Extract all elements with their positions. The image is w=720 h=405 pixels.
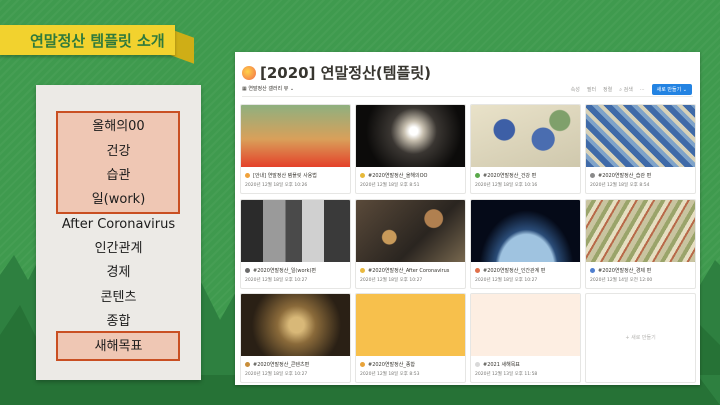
more-button[interactable]: ··· bbox=[640, 87, 645, 93]
page-emoji-icon bbox=[245, 362, 250, 367]
gallery-card[interactable]: #2020연말정산_경제 편 2020년 12월 14일 오전 12:00 bbox=[585, 199, 696, 289]
card-cover-image bbox=[471, 105, 580, 167]
card-date: 2020년 12월 18일 오후 8:51 bbox=[360, 183, 420, 188]
card-date: 2020년 12월 18일 오후 8:54 bbox=[590, 183, 650, 188]
gallery-card[interactable]: #2020연말정산_인간관계 편 2020년 12월 18일 오후 10:27 bbox=[470, 199, 581, 289]
page-emoji-icon bbox=[590, 173, 595, 178]
menu-item-summary[interactable]: 종합 bbox=[36, 311, 201, 333]
menu-item-this-year[interactable]: 올해의00 bbox=[36, 116, 201, 138]
gallery-card[interactable]: #2020연말정산_올해의OO 2020년 12월 18일 오후 8:51 bbox=[355, 104, 466, 194]
card-title: #2020연말정산_인간관계 편 bbox=[475, 267, 545, 274]
page-emoji-icon bbox=[245, 268, 250, 273]
page-emoji-icon bbox=[360, 268, 365, 273]
card-date: 2020년 12월 18일 오후 10:27 bbox=[360, 278, 423, 283]
card-date: 2020년 12월 18일 오후 10:26 bbox=[245, 183, 308, 188]
card-cover-image bbox=[356, 105, 465, 167]
gallery-card[interactable]: #2021 새해목표 2020년 12월 13일 오후 11:58 bbox=[470, 293, 581, 383]
menu-item-relationships[interactable]: 인간관계 bbox=[36, 238, 201, 260]
card-cover-image bbox=[586, 105, 695, 167]
card-cover-image bbox=[241, 200, 350, 262]
card-title: [안내] 연말정산 템플릿 사용법 bbox=[245, 172, 317, 179]
card-title: #2020연말정산_습관 편 bbox=[590, 172, 651, 179]
card-date: 2020년 12월 18일 오후 10:27 bbox=[475, 278, 538, 283]
card-cover-image bbox=[471, 200, 580, 262]
gallery-card[interactable]: [안내] 연말정산 템플릿 사용법 2020년 12월 18일 오후 10:26 bbox=[240, 104, 351, 194]
card-cover-image bbox=[471, 294, 580, 356]
card-title: #2020연말정산_경제 편 bbox=[590, 267, 651, 274]
search-button[interactable]: ⌕ 검색 bbox=[619, 86, 633, 93]
page-title: [2020] 연말정산(템플릿) bbox=[242, 62, 431, 83]
card-cover-image bbox=[356, 200, 465, 262]
sort-button[interactable]: 정렬 bbox=[603, 86, 612, 93]
template-menu: 올해의00 건강 습관 일(work) After Coronavirus 인간… bbox=[36, 85, 201, 380]
page-emoji-icon bbox=[245, 173, 250, 178]
heart-emoji-icon bbox=[242, 66, 256, 80]
card-cover-image bbox=[356, 294, 465, 356]
menu-item-health[interactable]: 건강 bbox=[36, 141, 201, 163]
page-emoji-icon bbox=[475, 268, 480, 273]
database-toolbar: 속성 필터 정렬 ⌕ 검색 ··· 새로 만들기 ⌄ bbox=[571, 84, 692, 95]
gallery-card[interactable]: #2020연말정산_After Coronavirus 2020년 12월 18… bbox=[355, 199, 466, 289]
search-label: 검색 bbox=[623, 87, 633, 93]
page-emoji-icon bbox=[590, 268, 595, 273]
new-page-label: + 새로 만들기 bbox=[625, 335, 656, 341]
menu-item-habits[interactable]: 습관 bbox=[36, 165, 201, 187]
card-date: 2020년 12월 18일 오후 8:53 bbox=[360, 372, 420, 377]
menu-item-contents[interactable]: 콘텐츠 bbox=[36, 287, 201, 309]
slide-title-banner: 연말정산 템플릿 소개 bbox=[0, 25, 175, 55]
card-cover-image bbox=[586, 200, 695, 262]
filter-button[interactable]: 필터 bbox=[587, 86, 596, 93]
card-title: #2020연말정산_종합 bbox=[360, 361, 415, 368]
menu-item-economy[interactable]: 경제 bbox=[36, 262, 201, 284]
card-title: #2020연말정산_콘텐츠편 bbox=[245, 361, 309, 368]
gallery-card[interactable]: #2020연말정산_종합 2020년 12월 18일 오후 8:53 bbox=[355, 293, 466, 383]
card-title: #2020연말정산_올해의OO bbox=[360, 172, 428, 179]
card-title: #2020연말정산_After Coronavirus bbox=[360, 267, 449, 274]
properties-button[interactable]: 속성 bbox=[571, 86, 580, 93]
gallery-view-switch[interactable]: ▦ 연말정산 갤러리 뷰 ⌄ bbox=[242, 85, 294, 92]
gallery-card[interactable]: #2020연말정산_건강 편 2020년 12월 18일 오후 10:16 bbox=[470, 104, 581, 194]
menu-item-work[interactable]: 일(work) bbox=[36, 189, 201, 211]
card-date: 2020년 12월 14일 오전 12:00 bbox=[590, 278, 653, 283]
page-emoji-icon bbox=[475, 173, 480, 178]
new-button[interactable]: 새로 만들기 ⌄ bbox=[651, 84, 692, 95]
gallery-view-label: 연말정산 갤러리 뷰 ⌄ bbox=[248, 86, 295, 92]
gallery-card[interactable]: #2020연말정산_콘텐츠편 2020년 12월 18일 오후 10:27 bbox=[240, 293, 351, 383]
card-cover-image bbox=[241, 105, 350, 167]
menu-item-new-year-goals[interactable]: 새해목표 bbox=[36, 336, 201, 358]
page-title-text: [2020] 연말정산(템플릿) bbox=[260, 64, 431, 82]
card-date: 2020년 12월 18일 오후 10:16 bbox=[475, 183, 538, 188]
card-cover-image bbox=[241, 294, 350, 356]
slide-title: 연말정산 템플릿 소개 bbox=[30, 31, 165, 50]
card-title: #2021 새해목표 bbox=[475, 361, 520, 368]
gallery-card[interactable]: #2020연말정산_습관 편 2020년 12월 18일 오후 8:54 bbox=[585, 104, 696, 194]
card-title: #2020연말정산_건강 편 bbox=[475, 172, 536, 179]
notion-page-screenshot: [2020] 연말정산(템플릿) ▦ 연말정산 갤러리 뷰 ⌄ 속성 필터 정렬… bbox=[235, 52, 700, 385]
gallery-card[interactable]: #2020연말정산_일(work)편 2020년 12월 18일 오후 10:2… bbox=[240, 199, 351, 289]
new-page-card[interactable]: + 새로 만들기 bbox=[585, 293, 696, 383]
page-emoji-icon bbox=[475, 362, 480, 367]
menu-item-after-coronavirus[interactable]: After Coronavirus bbox=[36, 214, 201, 236]
card-title: #2020연말정산_일(work)편 bbox=[245, 267, 316, 274]
page-emoji-icon bbox=[360, 173, 365, 178]
toolbar-divider bbox=[242, 96, 693, 97]
card-date: 2020년 12월 13일 오후 11:58 bbox=[475, 372, 538, 377]
card-date: 2020년 12월 18일 오후 10:27 bbox=[245, 278, 308, 283]
card-date: 2020년 12월 18일 오후 10:27 bbox=[245, 372, 308, 377]
page-emoji-icon bbox=[360, 362, 365, 367]
